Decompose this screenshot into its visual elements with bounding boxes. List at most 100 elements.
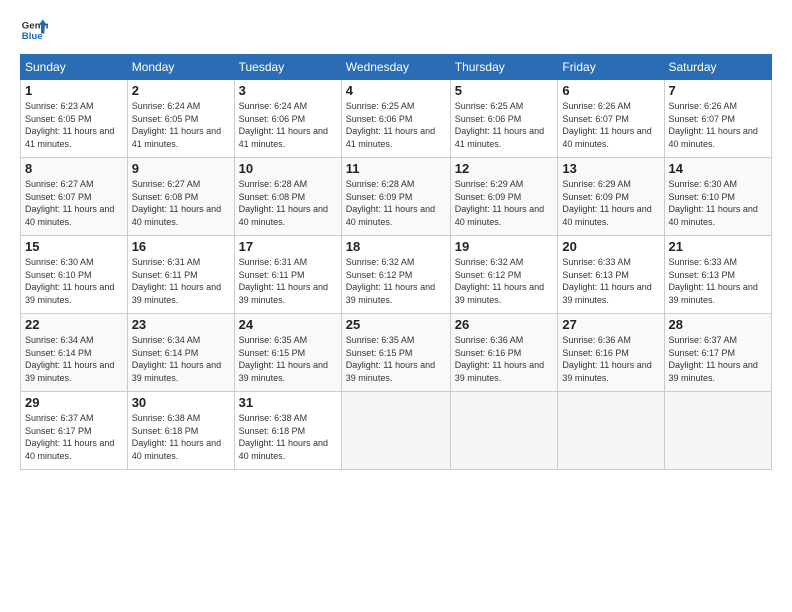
day-info: Sunrise: 6:38 AMSunset: 6:18 PMDaylight:… (239, 412, 337, 462)
calendar-day-cell: 22 Sunrise: 6:34 AMSunset: 6:14 PMDaylig… (21, 314, 128, 392)
day-number: 27 (562, 317, 659, 332)
day-number: 4 (346, 83, 446, 98)
day-number: 8 (25, 161, 123, 176)
calendar-day-cell (341, 392, 450, 470)
day-info: Sunrise: 6:34 AMSunset: 6:14 PMDaylight:… (25, 334, 123, 384)
day-number: 22 (25, 317, 123, 332)
day-number: 10 (239, 161, 337, 176)
day-number: 31 (239, 395, 337, 410)
day-number: 30 (132, 395, 230, 410)
day-info: Sunrise: 6:36 AMSunset: 6:16 PMDaylight:… (562, 334, 659, 384)
day-info: Sunrise: 6:36 AMSunset: 6:16 PMDaylight:… (455, 334, 554, 384)
day-info: Sunrise: 6:31 AMSunset: 6:11 PMDaylight:… (239, 256, 337, 306)
day-number: 3 (239, 83, 337, 98)
day-info: Sunrise: 6:25 AMSunset: 6:06 PMDaylight:… (346, 100, 446, 150)
day-number: 23 (132, 317, 230, 332)
day-info: Sunrise: 6:37 AMSunset: 6:17 PMDaylight:… (669, 334, 768, 384)
day-info: Sunrise: 6:33 AMSunset: 6:13 PMDaylight:… (669, 256, 768, 306)
main-container: General Blue Sunday Monday Tuesday Wedne… (0, 0, 792, 480)
day-number: 2 (132, 83, 230, 98)
day-number: 29 (25, 395, 123, 410)
day-info: Sunrise: 6:32 AMSunset: 6:12 PMDaylight:… (346, 256, 446, 306)
day-number: 21 (669, 239, 768, 254)
calendar-week-row: 29 Sunrise: 6:37 AMSunset: 6:17 PMDaylig… (21, 392, 772, 470)
day-info: Sunrise: 6:26 AMSunset: 6:07 PMDaylight:… (562, 100, 659, 150)
day-number: 20 (562, 239, 659, 254)
calendar-day-cell: 24 Sunrise: 6:35 AMSunset: 6:15 PMDaylig… (234, 314, 341, 392)
calendar-day-cell: 11 Sunrise: 6:28 AMSunset: 6:09 PMDaylig… (341, 158, 450, 236)
calendar-day-cell: 9 Sunrise: 6:27 AMSunset: 6:08 PMDayligh… (127, 158, 234, 236)
day-info: Sunrise: 6:33 AMSunset: 6:13 PMDaylight:… (562, 256, 659, 306)
day-info: Sunrise: 6:24 AMSunset: 6:05 PMDaylight:… (132, 100, 230, 150)
day-info: Sunrise: 6:35 AMSunset: 6:15 PMDaylight:… (346, 334, 446, 384)
svg-text:Blue: Blue (22, 31, 43, 42)
day-info: Sunrise: 6:23 AMSunset: 6:05 PMDaylight:… (25, 100, 123, 150)
col-friday: Friday (558, 55, 664, 80)
calendar-day-cell: 15 Sunrise: 6:30 AMSunset: 6:10 PMDaylig… (21, 236, 128, 314)
day-number: 18 (346, 239, 446, 254)
day-info: Sunrise: 6:29 AMSunset: 6:09 PMDaylight:… (455, 178, 554, 228)
calendar-day-cell: 13 Sunrise: 6:29 AMSunset: 6:09 PMDaylig… (558, 158, 664, 236)
col-wednesday: Wednesday (341, 55, 450, 80)
calendar-day-cell: 29 Sunrise: 6:37 AMSunset: 6:17 PMDaylig… (21, 392, 128, 470)
calendar-day-cell: 18 Sunrise: 6:32 AMSunset: 6:12 PMDaylig… (341, 236, 450, 314)
logo-icon: General Blue (20, 16, 48, 44)
calendar-day-cell: 5 Sunrise: 6:25 AMSunset: 6:06 PMDayligh… (450, 80, 558, 158)
calendar-day-cell: 26 Sunrise: 6:36 AMSunset: 6:16 PMDaylig… (450, 314, 558, 392)
calendar-day-cell (558, 392, 664, 470)
day-info: Sunrise: 6:29 AMSunset: 6:09 PMDaylight:… (562, 178, 659, 228)
calendar-day-cell: 28 Sunrise: 6:37 AMSunset: 6:17 PMDaylig… (664, 314, 772, 392)
day-number: 11 (346, 161, 446, 176)
calendar-week-row: 15 Sunrise: 6:30 AMSunset: 6:10 PMDaylig… (21, 236, 772, 314)
day-number: 24 (239, 317, 337, 332)
day-info: Sunrise: 6:38 AMSunset: 6:18 PMDaylight:… (132, 412, 230, 462)
calendar-day-cell: 3 Sunrise: 6:24 AMSunset: 6:06 PMDayligh… (234, 80, 341, 158)
day-info: Sunrise: 6:28 AMSunset: 6:08 PMDaylight:… (239, 178, 337, 228)
calendar-day-cell: 10 Sunrise: 6:28 AMSunset: 6:08 PMDaylig… (234, 158, 341, 236)
calendar-day-cell: 25 Sunrise: 6:35 AMSunset: 6:15 PMDaylig… (341, 314, 450, 392)
calendar-day-cell (450, 392, 558, 470)
calendar-day-cell: 21 Sunrise: 6:33 AMSunset: 6:13 PMDaylig… (664, 236, 772, 314)
day-info: Sunrise: 6:32 AMSunset: 6:12 PMDaylight:… (455, 256, 554, 306)
col-saturday: Saturday (664, 55, 772, 80)
col-sunday: Sunday (21, 55, 128, 80)
day-number: 7 (669, 83, 768, 98)
day-number: 6 (562, 83, 659, 98)
calendar-day-cell: 14 Sunrise: 6:30 AMSunset: 6:10 PMDaylig… (664, 158, 772, 236)
day-number: 25 (346, 317, 446, 332)
calendar-week-row: 8 Sunrise: 6:27 AMSunset: 6:07 PMDayligh… (21, 158, 772, 236)
logo: General Blue (20, 16, 48, 44)
calendar-table: Sunday Monday Tuesday Wednesday Thursday… (20, 54, 772, 470)
day-info: Sunrise: 6:34 AMSunset: 6:14 PMDaylight:… (132, 334, 230, 384)
calendar-day-cell: 20 Sunrise: 6:33 AMSunset: 6:13 PMDaylig… (558, 236, 664, 314)
day-number: 5 (455, 83, 554, 98)
day-info: Sunrise: 6:26 AMSunset: 6:07 PMDaylight:… (669, 100, 768, 150)
day-number: 26 (455, 317, 554, 332)
calendar-week-row: 22 Sunrise: 6:34 AMSunset: 6:14 PMDaylig… (21, 314, 772, 392)
calendar-day-cell: 27 Sunrise: 6:36 AMSunset: 6:16 PMDaylig… (558, 314, 664, 392)
calendar-day-cell: 1 Sunrise: 6:23 AMSunset: 6:05 PMDayligh… (21, 80, 128, 158)
day-info: Sunrise: 6:30 AMSunset: 6:10 PMDaylight:… (25, 256, 123, 306)
day-info: Sunrise: 6:37 AMSunset: 6:17 PMDaylight:… (25, 412, 123, 462)
day-info: Sunrise: 6:28 AMSunset: 6:09 PMDaylight:… (346, 178, 446, 228)
day-number: 19 (455, 239, 554, 254)
day-number: 15 (25, 239, 123, 254)
day-number: 1 (25, 83, 123, 98)
calendar-day-cell: 4 Sunrise: 6:25 AMSunset: 6:06 PMDayligh… (341, 80, 450, 158)
calendar-day-cell: 2 Sunrise: 6:24 AMSunset: 6:05 PMDayligh… (127, 80, 234, 158)
calendar-day-cell: 16 Sunrise: 6:31 AMSunset: 6:11 PMDaylig… (127, 236, 234, 314)
day-info: Sunrise: 6:27 AMSunset: 6:07 PMDaylight:… (25, 178, 123, 228)
calendar-day-cell: 7 Sunrise: 6:26 AMSunset: 6:07 PMDayligh… (664, 80, 772, 158)
day-info: Sunrise: 6:30 AMSunset: 6:10 PMDaylight:… (669, 178, 768, 228)
day-number: 12 (455, 161, 554, 176)
day-number: 14 (669, 161, 768, 176)
calendar-day-cell: 19 Sunrise: 6:32 AMSunset: 6:12 PMDaylig… (450, 236, 558, 314)
day-number: 17 (239, 239, 337, 254)
day-info: Sunrise: 6:27 AMSunset: 6:08 PMDaylight:… (132, 178, 230, 228)
day-number: 9 (132, 161, 230, 176)
header-row: Sunday Monday Tuesday Wednesday Thursday… (21, 55, 772, 80)
calendar-day-cell: 17 Sunrise: 6:31 AMSunset: 6:11 PMDaylig… (234, 236, 341, 314)
calendar-day-cell: 31 Sunrise: 6:38 AMSunset: 6:18 PMDaylig… (234, 392, 341, 470)
header: General Blue (20, 16, 772, 44)
calendar-day-cell: 23 Sunrise: 6:34 AMSunset: 6:14 PMDaylig… (127, 314, 234, 392)
